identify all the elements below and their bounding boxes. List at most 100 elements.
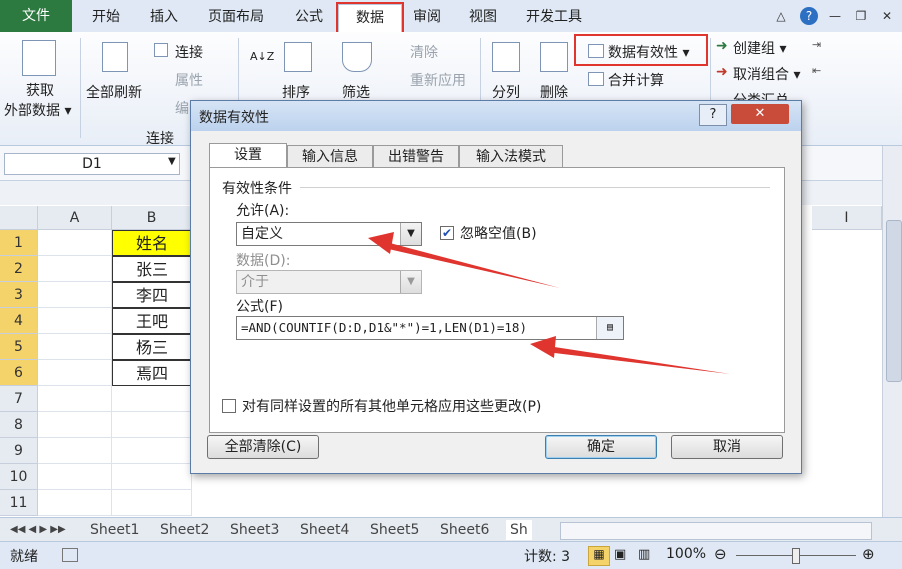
- connections-button[interactable]: 连接: [175, 42, 203, 62]
- sheet-tab[interactable]: Sheet3: [226, 520, 283, 540]
- consolidate-button[interactable]: 合并计算: [608, 70, 664, 90]
- get-external-label-2[interactable]: 外部数据 ▾: [4, 100, 71, 120]
- ok-button[interactable]: 确定: [545, 435, 657, 459]
- cell-b[interactable]: [112, 386, 192, 412]
- tab-view[interactable]: 视图: [460, 4, 506, 30]
- sheet-tab[interactable]: Sheet6: [436, 520, 493, 540]
- tab-home[interactable]: 开始: [82, 4, 130, 30]
- properties-button[interactable]: 属性: [175, 70, 203, 90]
- chevron-down-icon[interactable]: ▼: [400, 271, 421, 293]
- cell-a[interactable]: [38, 412, 112, 438]
- cell-b[interactable]: 李四: [112, 282, 192, 308]
- tab-formulas[interactable]: 公式: [286, 4, 332, 30]
- sheet-tab[interactable]: Sheet5: [366, 520, 423, 540]
- tab-file[interactable]: 文件: [0, 0, 72, 32]
- horizontal-scrollbar[interactable]: [560, 522, 872, 540]
- edit-links-button[interactable]: 编: [175, 98, 189, 118]
- cell-a[interactable]: [38, 360, 112, 386]
- row-header[interactable]: 8: [0, 412, 38, 438]
- dialog-close-icon[interactable]: ✕: [731, 104, 789, 124]
- row-header[interactable]: 10: [0, 464, 38, 490]
- tab-ime-mode[interactable]: 输入法模式: [459, 145, 563, 167]
- zoom-in-icon[interactable]: ⊕: [862, 545, 875, 563]
- name-box[interactable]: D1: [4, 153, 180, 175]
- macro-record-icon[interactable]: [62, 548, 78, 562]
- tab-insert[interactable]: 插入: [140, 4, 188, 30]
- cell-b[interactable]: 张三: [112, 256, 192, 282]
- zoom-out-icon[interactable]: ⊖: [714, 545, 727, 563]
- chevron-down-icon[interactable]: ▼: [400, 223, 421, 245]
- row-header[interactable]: 7: [0, 386, 38, 412]
- tab-error-alert[interactable]: 出错警告: [373, 145, 459, 167]
- page-layout-view-icon[interactable]: ▣: [614, 547, 626, 562]
- cell-a[interactable]: [38, 308, 112, 334]
- ungroup-button[interactable]: 取消组合 ▾: [733, 64, 800, 84]
- zoom-level[interactable]: 100%: [666, 546, 706, 562]
- sort-az-icon[interactable]: A↓Z: [250, 50, 274, 63]
- sheet-tab[interactable]: Sheet4: [296, 520, 353, 540]
- ignore-blank-label[interactable]: 忽略空值(B): [460, 223, 537, 243]
- cell-a[interactable]: [38, 490, 112, 516]
- range-selector-icon[interactable]: ▤: [596, 317, 623, 339]
- cell-b[interactable]: [112, 438, 192, 464]
- cell-a[interactable]: [38, 386, 112, 412]
- row-header[interactable]: 9: [0, 438, 38, 464]
- cancel-button[interactable]: 取消: [671, 435, 783, 459]
- cell-b[interactable]: [112, 412, 192, 438]
- row-header[interactable]: 3: [0, 282, 38, 308]
- normal-view-icon[interactable]: ▦: [588, 546, 610, 566]
- column-header-b[interactable]: B: [112, 206, 192, 230]
- tab-review[interactable]: 审阅: [404, 4, 450, 30]
- show-detail-icon[interactable]: ⇥: [812, 38, 821, 51]
- hide-detail-icon[interactable]: ⇤: [812, 64, 821, 77]
- row-header[interactable]: 11: [0, 490, 38, 516]
- row-header[interactable]: 1: [0, 230, 38, 256]
- clear-all-button[interactable]: 全部清除(C): [207, 435, 319, 459]
- cell-b[interactable]: 姓名: [112, 230, 192, 256]
- sheet-nav-icons[interactable]: ◀◀ ◀ ▶ ▶▶: [6, 520, 70, 540]
- sort-button[interactable]: 排序: [282, 82, 310, 102]
- sheet-tab-active[interactable]: Sh: [506, 520, 532, 540]
- dialog-help-icon[interactable]: ?: [699, 104, 727, 126]
- row-header[interactable]: 5: [0, 334, 38, 360]
- select-all-corner[interactable]: [0, 206, 38, 230]
- row-header[interactable]: 4: [0, 308, 38, 334]
- chevron-down-icon[interactable]: ▼: [168, 156, 176, 167]
- data-select[interactable]: 介于 ▼: [236, 270, 422, 294]
- column-header-i[interactable]: I: [812, 206, 882, 230]
- get-external-label[interactable]: 获取: [26, 80, 54, 100]
- cell-a[interactable]: [38, 334, 112, 360]
- sheet-tab[interactable]: Sheet2: [156, 520, 213, 540]
- split-button[interactable]: 分列: [492, 82, 520, 102]
- refresh-all-button[interactable]: 全部刷新: [86, 82, 142, 102]
- row-header[interactable]: 2: [0, 256, 38, 282]
- cell-b[interactable]: [112, 490, 192, 516]
- tab-page-layout[interactable]: 页面布局: [198, 4, 274, 30]
- cell-a[interactable]: [38, 464, 112, 490]
- apply-all-label[interactable]: 对有同样设置的所有其他单元格应用这些更改(P): [242, 396, 541, 416]
- cell-a[interactable]: [38, 438, 112, 464]
- cell-b[interactable]: 杨三: [112, 334, 192, 360]
- help-icon[interactable]: ?: [800, 7, 818, 25]
- apply-all-checkbox[interactable]: [222, 399, 236, 413]
- clear-filter-button[interactable]: 清除: [410, 42, 438, 62]
- scrollbar-thumb[interactable]: [886, 220, 902, 382]
- restore-icon[interactable]: —: [826, 7, 844, 25]
- cell-a[interactable]: [38, 230, 112, 256]
- cell-a[interactable]: [38, 282, 112, 308]
- minimize-ribbon-icon[interactable]: △: [772, 7, 790, 25]
- cell-b[interactable]: 焉四: [112, 360, 192, 386]
- filter-button[interactable]: 筛选: [342, 82, 370, 102]
- group-button[interactable]: 创建组 ▾: [733, 38, 786, 58]
- row-header[interactable]: 6: [0, 360, 38, 386]
- allow-select[interactable]: 自定义 ▼: [236, 222, 422, 246]
- reapply-button[interactable]: 重新应用: [410, 70, 466, 90]
- maximize-icon[interactable]: ❐: [852, 7, 870, 25]
- cell-a[interactable]: [38, 256, 112, 282]
- remove-duplicates-button[interactable]: 删除: [540, 82, 568, 102]
- cell-b[interactable]: 王吧: [112, 308, 192, 334]
- tab-settings[interactable]: 设置: [209, 143, 287, 168]
- vertical-scrollbar[interactable]: [882, 146, 902, 517]
- sheet-tab[interactable]: Sheet1: [86, 520, 143, 540]
- formula-input[interactable]: =AND(COUNTIF(D:D,D1&"*")=1,LEN(D1)=18) ▤: [236, 316, 624, 340]
